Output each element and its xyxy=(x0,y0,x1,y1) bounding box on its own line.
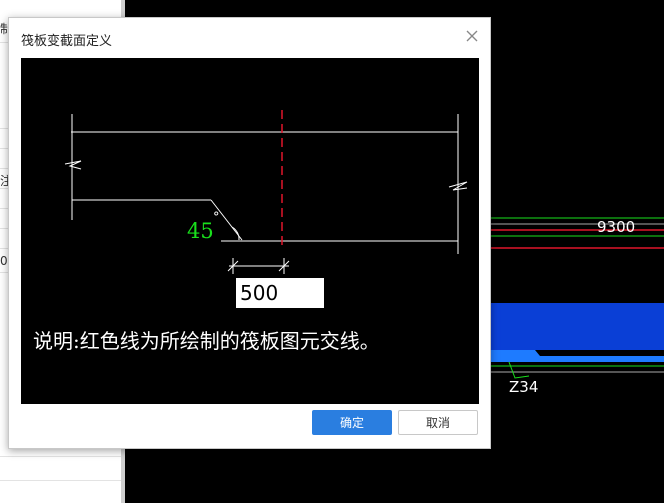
section-preview: 45 ° 说明:红色线为所绘制的筏板图元交线。 500 xyxy=(21,58,479,404)
panel-divider xyxy=(0,480,121,481)
panel-divider xyxy=(0,456,121,457)
dialog-title: 筏板变截面定义 xyxy=(21,34,113,49)
slab-blue-edge xyxy=(489,350,664,362)
column-marker xyxy=(508,361,530,379)
dimension-label: 9300 xyxy=(597,218,635,236)
break-symbol-left xyxy=(64,160,82,170)
close-icon[interactable] xyxy=(464,28,480,44)
slab-blue-band xyxy=(489,303,664,350)
ok-button[interactable]: 确定 xyxy=(312,410,392,435)
cancel-button[interactable]: 取消 xyxy=(398,410,478,435)
raft-variable-section-dialog: 筏板变截面定义 45 ° 说明:红色线为所绘制的筏板图元交线。 500 确定 取… xyxy=(8,17,491,449)
degree-mark: ° xyxy=(213,210,220,225)
width-input[interactable]: 500 xyxy=(236,278,324,308)
column-label: Z34 xyxy=(509,378,538,396)
angle-label: 45 xyxy=(187,219,214,243)
explanation-note: 说明:红色线为所绘制的筏板图元交线。 xyxy=(33,329,380,353)
